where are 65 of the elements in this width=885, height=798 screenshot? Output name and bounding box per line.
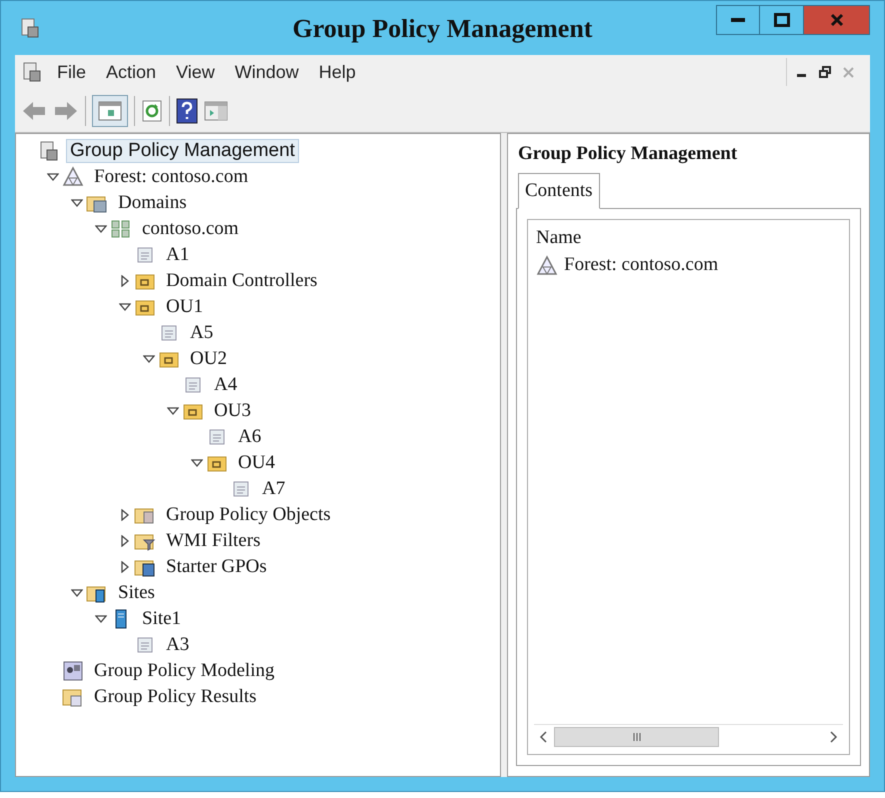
console-tree-icon[interactable] [92,94,128,126]
close-icon [830,13,844,27]
tree-item[interactable]: Site1 [138,607,186,631]
pane-title: Group Policy Management [517,142,738,166]
tree-item[interactable]: A3 [162,633,194,657]
restore-icon[interactable] [819,66,831,78]
collapsed-arrow-icon[interactable] [119,275,131,287]
tree-item[interactable]: WMI Filters [162,529,264,553]
tree-item[interactable]: contoso.com [138,217,243,241]
expanded-arrow-icon[interactable] [95,613,107,625]
tree-item[interactable]: Domains [114,191,191,215]
triangle-icon [536,254,558,276]
minimize-button[interactable] [716,5,760,35]
maximize-button[interactable] [760,5,804,35]
expanded-arrow-icon[interactable] [119,301,131,313]
tree-item[interactable]: Domain Controllers [162,269,322,293]
window-title: Group Policy Management [292,12,592,45]
tree-item[interactable]: A4 [210,373,242,397]
tree-item[interactable]: Group Policy Management [66,139,299,163]
collapsed-arrow-icon[interactable] [119,509,131,521]
triangle-icon [62,166,84,188]
action-pane-icon[interactable] [204,100,228,122]
list-item[interactable]: Forest: contoso.com [564,251,718,280]
app-icon [19,17,41,39]
menu-item[interactable]: Help [310,58,364,86]
tree-item[interactable]: Group Policy Modeling [90,659,278,683]
network-icon [110,218,132,240]
menu-item[interactable]: View [168,58,223,86]
expanded-arrow-icon[interactable] [47,171,59,183]
modeling-icon [62,660,84,682]
expanded-arrow-icon[interactable] [143,353,155,365]
expanded-arrow-icon[interactable] [71,197,83,209]
tree-item[interactable]: A1 [162,243,194,267]
minimize-icon [731,18,745,22]
expanded-arrow-icon[interactable] [71,587,83,599]
tree-item[interactable]: Group Policy Objects [162,503,335,527]
maximize-icon [774,13,790,27]
refresh-icon[interactable] [141,100,163,122]
console-icon[interactable] [21,61,43,83]
tree-item[interactable]: Group Policy Results [90,685,261,709]
expanded-arrow-icon[interactable] [95,223,107,235]
menu-item[interactable]: Window [226,58,307,86]
tree-item[interactable]: OU3 [210,399,255,423]
scrollbar-thumb[interactable] [554,726,719,746]
column-header[interactable]: Name [528,220,590,252]
menu-item[interactable]: File [49,58,94,86]
tree-item[interactable]: A7 [258,477,290,501]
tab[interactable]: Contents [518,172,600,209]
collapsed-arrow-icon[interactable] [119,535,131,547]
console-icon [38,140,60,162]
tree-item[interactable]: Forest: contoso.com [90,165,252,189]
tree-item[interactable]: A6 [234,425,266,449]
menu-item[interactable]: Action [98,58,164,86]
close-button[interactable] [804,5,870,35]
collapsed-arrow-icon[interactable] [119,561,131,573]
tree-item[interactable]: OU2 [186,347,231,371]
tree-item[interactable]: Sites [114,581,159,605]
tree-item[interactable]: OU4 [234,451,279,475]
help-icon[interactable] [176,98,198,124]
expanded-arrow-icon[interactable] [191,457,203,469]
tree-item[interactable]: Starter GPOs [162,555,271,579]
tree-item[interactable]: A5 [186,321,218,345]
expanded-arrow-icon[interactable] [167,405,179,417]
tree-item[interactable]: OU1 [162,295,207,319]
horizontal-scrollbar[interactable] [534,724,843,748]
